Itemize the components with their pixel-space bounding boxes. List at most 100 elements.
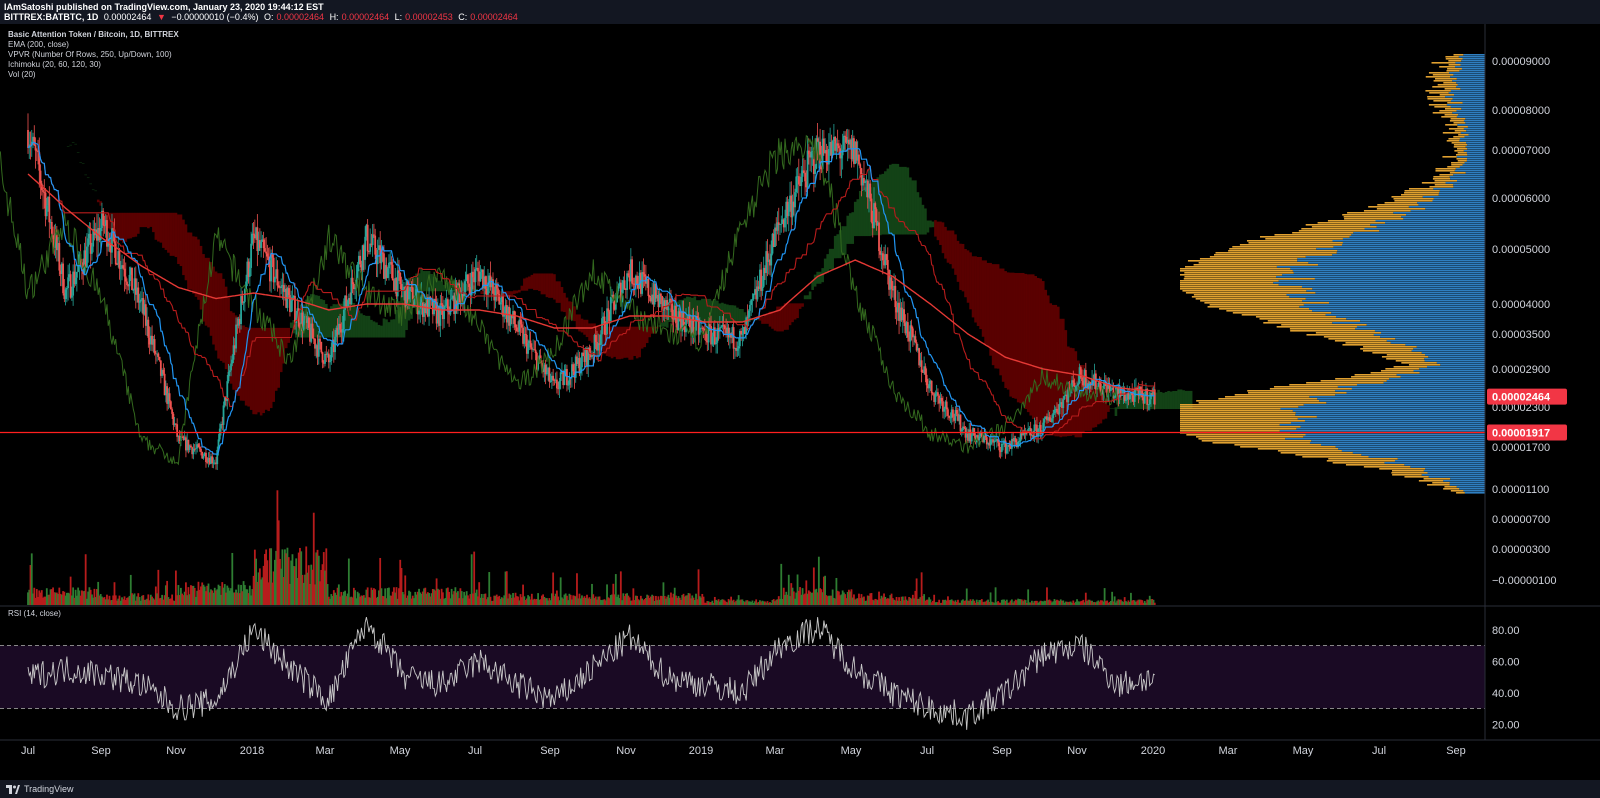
vpvr-up-bar (1460, 132, 1485, 134)
vpvr-up-bar (1380, 336, 1485, 338)
candle-body (341, 328, 344, 333)
time-tick-label[interactable]: Jul (468, 745, 482, 757)
time-tick-label[interactable]: Mar (316, 745, 335, 757)
time-tick-label[interactable]: 2018 (240, 745, 264, 757)
vpvr-down-bar (1445, 124, 1458, 126)
candle-body (274, 277, 276, 283)
cloud-segment (370, 319, 373, 338)
cloud-segment (1107, 405, 1110, 412)
cloud-segment (437, 280, 441, 292)
vpvr-down-bar (1427, 484, 1450, 486)
cloud-segment (966, 250, 970, 303)
legend-ema[interactable]: EMA (200, close) (8, 40, 179, 50)
rsi-legend[interactable]: RSI (14, close) (8, 609, 61, 618)
time-tick-label[interactable]: 2019 (689, 745, 713, 757)
time-tick-label[interactable]: May (841, 745, 862, 757)
cloud-segment (74, 143, 77, 145)
cloud-segment (139, 212, 143, 228)
cloud-segment (129, 212, 133, 239)
vpvr-up-bar (1296, 428, 1485, 430)
vpvr-up-bar (1318, 264, 1485, 266)
time-tick-label[interactable]: Jul (920, 745, 934, 757)
cloud-segment (563, 292, 566, 313)
vpvr-up-bar (1368, 456, 1485, 458)
candle-body (70, 295, 73, 298)
legend-vol[interactable]: Vol (20) (8, 70, 179, 80)
high-value: 0.00002464 (341, 12, 390, 22)
time-tick-label[interactable]: Nov (1067, 745, 1087, 757)
vpvr-up-bar (1303, 404, 1485, 406)
time-tick-label[interactable]: May (1293, 745, 1314, 757)
time-tick-label[interactable]: Jul (21, 745, 35, 757)
vpvr-down-bar (1332, 462, 1385, 464)
vpvr-up-bar (1462, 102, 1485, 104)
candle-body (248, 267, 251, 277)
vpvr-up-bar (1336, 316, 1485, 318)
vpvr-up-bar (1425, 354, 1485, 356)
vpvr-down-bar (1453, 144, 1468, 146)
cloud-segment (239, 325, 243, 401)
candle-body (1051, 418, 1053, 422)
cloud-segment (786, 303, 789, 330)
cloud-segment (555, 281, 559, 303)
vpvr-up-bar (1417, 202, 1485, 204)
vpvr-up-bar (1424, 358, 1485, 360)
vpvr-down-bar (1180, 424, 1280, 426)
vpvr-down-bar (1180, 284, 1279, 286)
legend-vpvr[interactable]: VPVR (Number Of Rows, 250, Up/Down, 100) (8, 50, 179, 60)
candle-body (903, 309, 905, 323)
time-tick-label[interactable]: Sep (91, 745, 111, 757)
cloud-segment (701, 298, 704, 323)
vpvr-down-bar (1201, 440, 1312, 442)
vpvr-down-bar (1427, 98, 1453, 100)
time-tick-label[interactable]: Sep (540, 745, 560, 757)
candle-body (119, 268, 122, 269)
vpvr-up-bar (1465, 118, 1485, 120)
cloud-segment (638, 326, 641, 358)
cloud-segment (623, 326, 626, 358)
vpvr-down-bar (1404, 192, 1439, 194)
vpvr-down-bar (1439, 110, 1457, 112)
cloud-segment (164, 212, 168, 250)
cloud-segment (159, 212, 163, 243)
time-tick-label[interactable]: Sep (992, 745, 1012, 757)
vpvr-down-bar (1305, 224, 1371, 226)
candle-body (1098, 382, 1101, 384)
vpvr-up-bar (1357, 384, 1485, 386)
time-tick-label[interactable]: Mar (766, 745, 785, 757)
time-tick-label[interactable]: Nov (616, 745, 636, 757)
time-tick-label[interactable]: Nov (166, 745, 186, 757)
candle-body (495, 284, 498, 289)
candle-body (955, 410, 958, 414)
candle-body (1063, 396, 1066, 400)
vpvr-down-bar (1434, 106, 1451, 108)
candle-body (324, 353, 326, 364)
candle-body (169, 401, 172, 410)
candle-body (737, 346, 740, 349)
candle-body (943, 408, 946, 412)
vpvr-down-bar (1456, 158, 1468, 160)
candle-body (1043, 418, 1046, 423)
vpvr-down-bar (1428, 72, 1450, 74)
time-tick-label[interactable]: 2020 (1141, 745, 1165, 757)
price-tick-label: 0.00002900 (1492, 364, 1550, 376)
vpvr-down-bar (1386, 354, 1426, 356)
time-tick-label[interactable]: May (390, 745, 411, 757)
time-tick-label[interactable]: Jul (1372, 745, 1386, 757)
candle-body (864, 181, 867, 183)
cloud-segment (703, 298, 707, 323)
candle-body (928, 383, 931, 389)
vpvr-up-bar (1463, 490, 1485, 492)
vpvr-down-bar (1180, 428, 1297, 430)
candle-body (567, 384, 570, 386)
price-chart[interactable]: 0.00009000 0.00008000 0.00007000 0.00006000… (0, 24, 1600, 780)
cloud-segment (806, 295, 809, 300)
time-tick-label[interactable]: Sep (1446, 745, 1466, 757)
cloud-segment (1169, 391, 1173, 410)
legend-ichimoku[interactable]: Ichimoku (20, 60, 120, 30) (8, 60, 179, 70)
vpvr-up-bar (1401, 216, 1485, 218)
candle-body (290, 300, 293, 313)
vpvr-down-bar (1186, 434, 1306, 436)
cloud-segment (889, 164, 892, 235)
time-tick-label[interactable]: Mar (1219, 745, 1238, 757)
